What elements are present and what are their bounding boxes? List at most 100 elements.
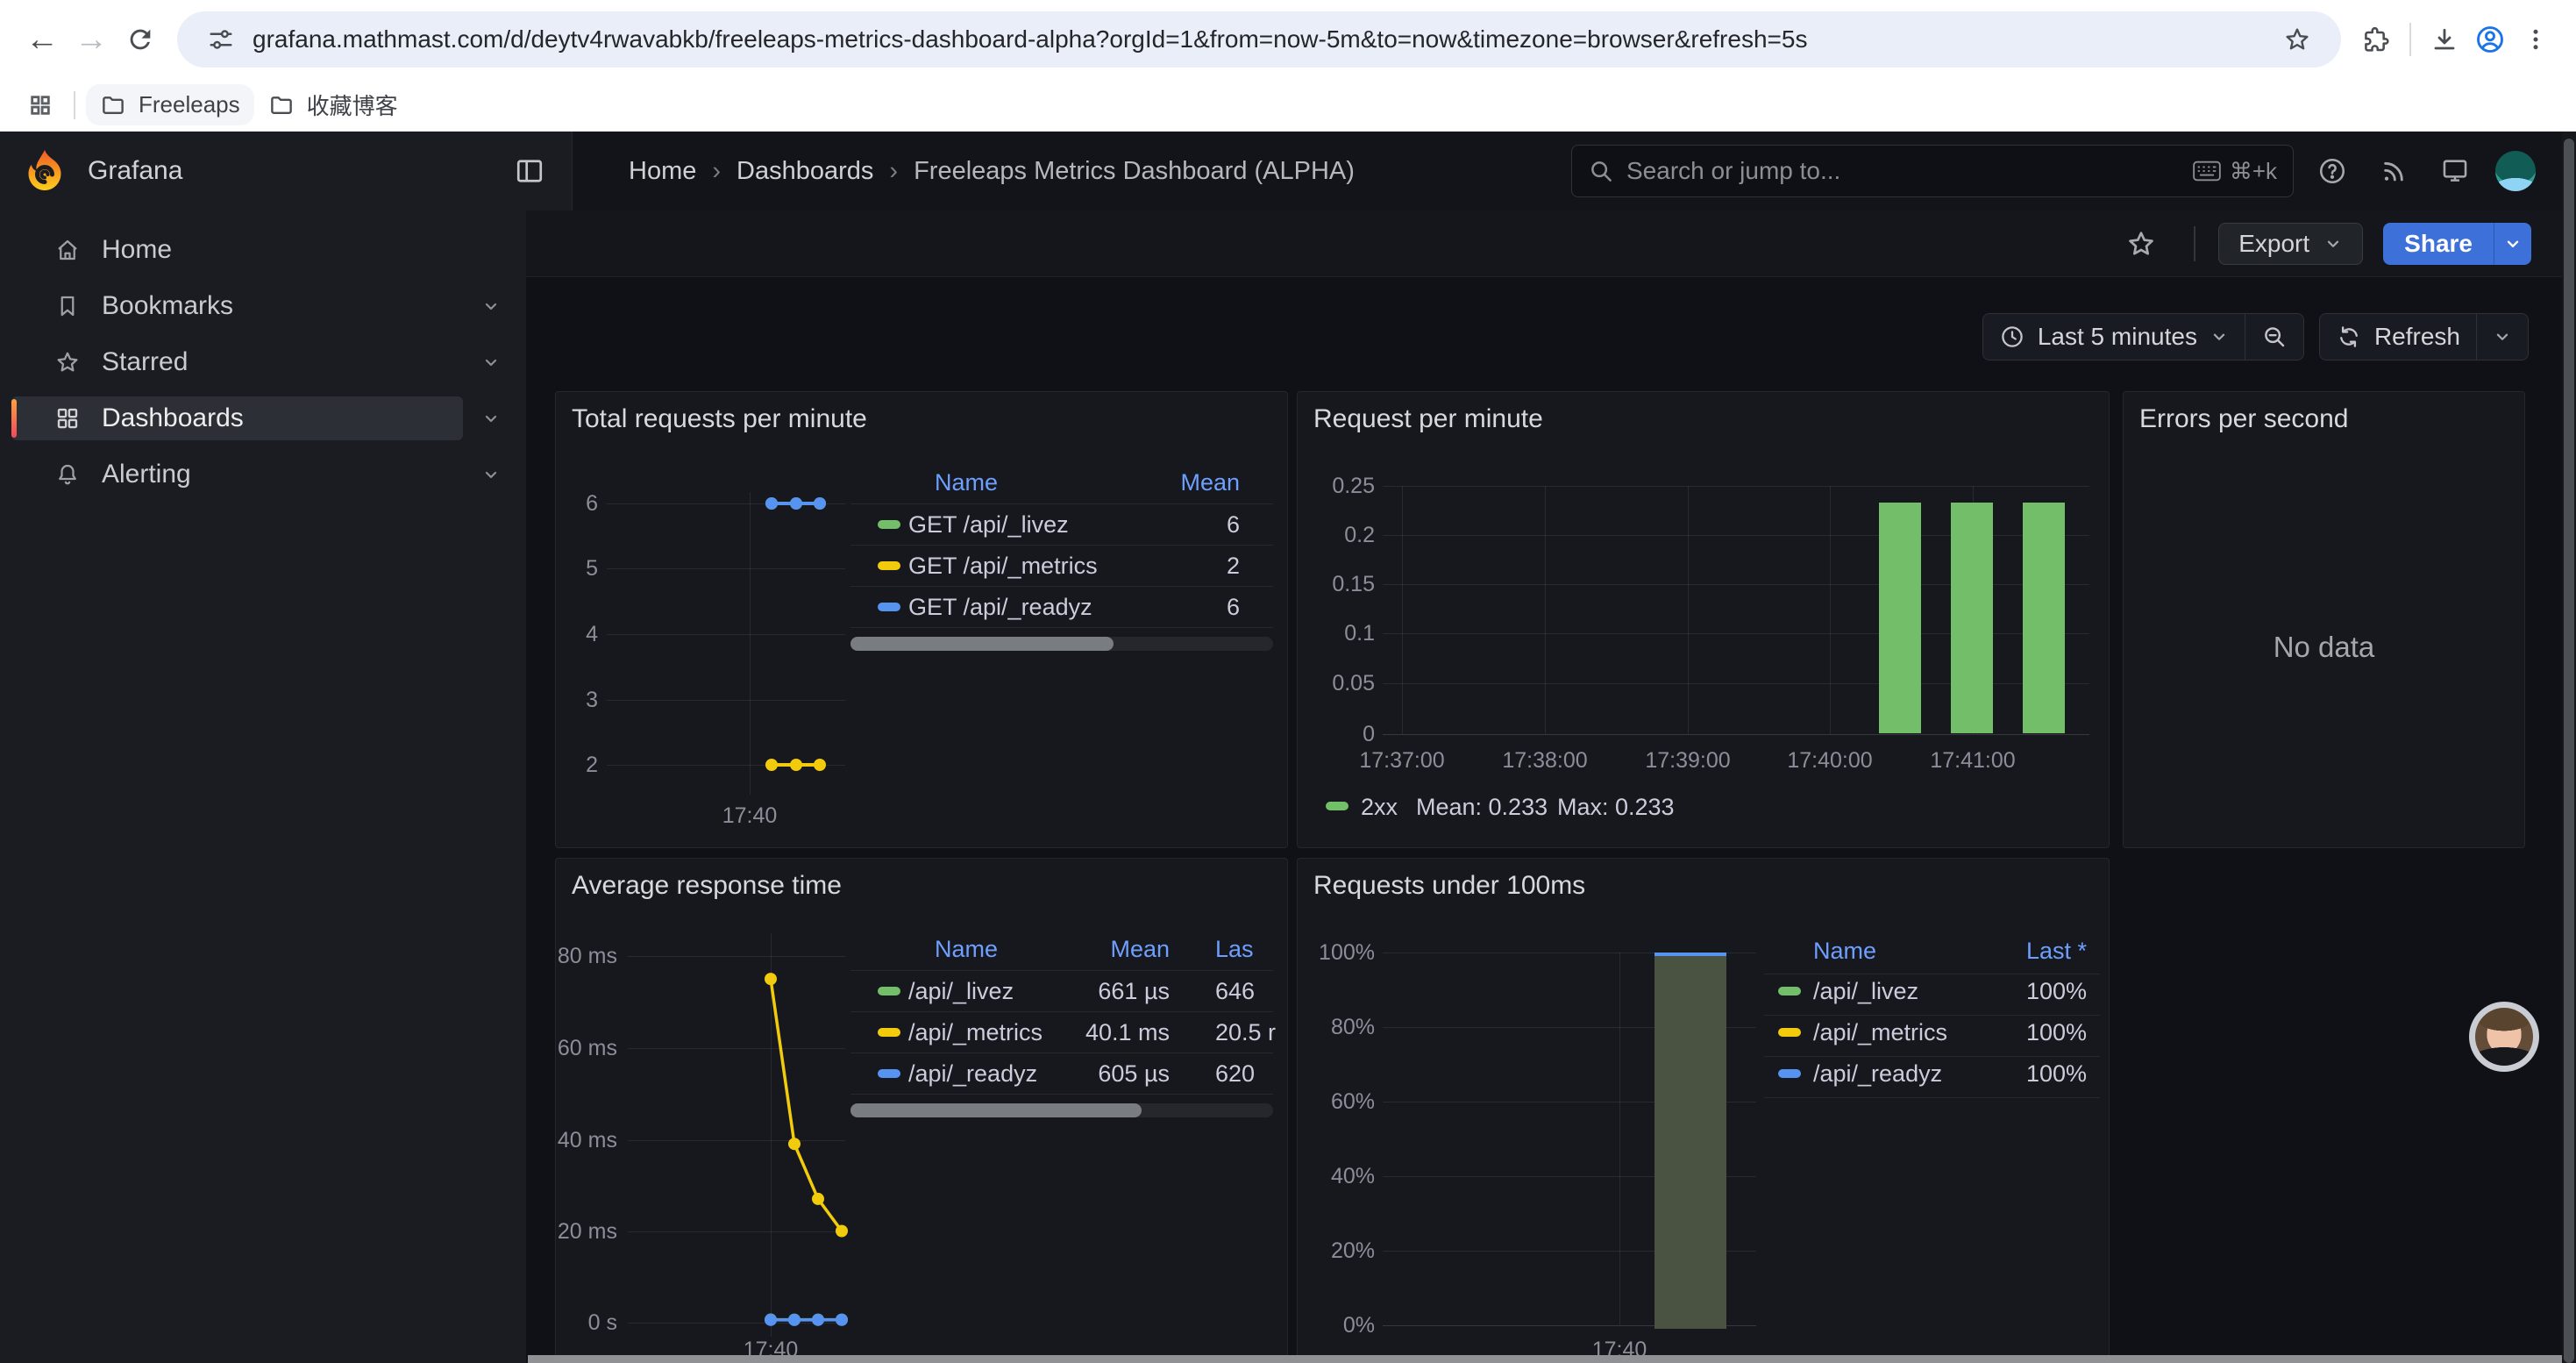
y-tick: 100% [1305, 939, 1375, 966]
legend-swatch[interactable] [1778, 1069, 1801, 1078]
site-settings-icon[interactable] [198, 17, 244, 62]
panel-title[interactable]: Request per minute [1313, 404, 1543, 434]
user-avatar[interactable] [2495, 151, 2536, 191]
page-scrollbar-horizontal[interactable] [528, 1355, 2562, 1363]
url-text[interactable]: grafana.mathmast.com/d/deytv4rwavabkb/fr… [253, 25, 2274, 54]
panel-title[interactable]: Total requests per minute [572, 404, 867, 434]
bar-2xx [1879, 503, 1921, 733]
legend-header-last[interactable]: Las [1215, 934, 1254, 964]
chevron-down-icon [2503, 234, 2523, 253]
zoom-out-button[interactable] [2245, 314, 2303, 360]
legend-series-name[interactable]: /api/_livez [1813, 976, 1918, 1006]
panel-title[interactable]: Average response time [572, 871, 842, 901]
download-icon[interactable] [2422, 17, 2467, 62]
bookmark-star-icon[interactable] [2274, 17, 2320, 62]
scrollbar-thumb[interactable] [850, 637, 1114, 651]
legend-swatch[interactable] [1326, 802, 1348, 810]
legend-series-name[interactable]: /api/_metrics [908, 1017, 1042, 1047]
floating-assistant-avatar[interactable] [2469, 1002, 2539, 1072]
refresh-button[interactable]: Refresh [2320, 314, 2476, 360]
apps-grid-icon[interactable] [18, 82, 63, 128]
y-tick: 0.25 [1305, 473, 1375, 499]
sidebar-item-home[interactable]: Home [11, 228, 509, 272]
export-button[interactable]: Export [2218, 223, 2363, 265]
keyboard-icon [2193, 161, 2221, 182]
search-placeholder: Search or jump to... [1626, 157, 1840, 185]
sidebar-item-dashboards[interactable]: Dashboards [11, 396, 509, 440]
legend-header-name[interactable]: Name [1813, 936, 1876, 966]
legend-swatch[interactable] [878, 561, 900, 570]
legend-series-name[interactable]: /api/_livez [908, 976, 1014, 1006]
legend-series-name[interactable]: 2xx [1361, 792, 1398, 822]
legend-header-name[interactable]: Name [935, 467, 998, 497]
star-icon [54, 349, 81, 375]
sidebar-item-bookmarks[interactable]: Bookmarks [11, 284, 509, 328]
chevron-down-icon[interactable] [473, 352, 509, 373]
legend-series-name[interactable]: GET /api/_readyz [908, 592, 1092, 622]
breadcrumb-dashboards[interactable]: Dashboards [737, 157, 873, 186]
scrollbar-thumb[interactable] [850, 1103, 1142, 1117]
chevron-down-icon[interactable] [473, 296, 509, 317]
legend-swatch[interactable] [878, 1028, 900, 1037]
share-button[interactable]: Share [2383, 223, 2494, 265]
legend-swatch[interactable] [878, 520, 900, 529]
panel-title[interactable]: Requests under 100ms [1313, 871, 1585, 901]
bookmark-folder-freeleaps[interactable]: Freeleaps [86, 84, 254, 125]
share-menu-button[interactable] [2494, 223, 2531, 265]
breadcrumb-home[interactable]: Home [629, 157, 696, 186]
bookmark-folder-blogs[interactable]: 收藏博客 [254, 82, 412, 128]
refresh-interval-button[interactable] [2477, 314, 2528, 360]
legend-scrollbar[interactable] [850, 1103, 1273, 1117]
monitor-icon[interactable] [2432, 148, 2478, 194]
x-tick: 17:39:00 [1618, 747, 1758, 774]
legend-value: 100% [1955, 976, 2087, 1006]
sidebar-item-dashboards-link[interactable]: Dashboards [11, 396, 463, 440]
search-input[interactable]: Search or jump to... ⌘+k [1571, 145, 2294, 197]
help-icon[interactable] [2309, 148, 2355, 194]
reload-button[interactable] [116, 15, 165, 64]
legend-separator [850, 970, 1273, 971]
page-scrollbar-vertical[interactable] [2562, 132, 2576, 1363]
chevron-down-icon[interactable] [473, 464, 509, 485]
legend-header-last[interactable]: Last * [1955, 936, 2087, 966]
legend-series-name[interactable]: /api/_readyz [908, 1059, 1037, 1088]
url-bar[interactable]: grafana.mathmast.com/d/deytv4rwavabkb/fr… [177, 11, 2341, 68]
legend-series-name[interactable]: GET /api/_metrics [908, 551, 1098, 581]
sidebar-item-home-link[interactable]: Home [11, 228, 463, 272]
forward-button[interactable]: → [67, 15, 116, 64]
browser-menu-icon[interactable] [2513, 17, 2558, 62]
legend-swatch[interactable] [1778, 1028, 1801, 1037]
sidebar-item-starred-link[interactable]: Starred [11, 340, 463, 384]
legend-series-name[interactable]: GET /api/_livez [908, 510, 1069, 539]
back-button[interactable]: ← [18, 15, 67, 64]
chevron-down-icon[interactable] [473, 408, 509, 429]
scrollbar-thumb[interactable] [2564, 139, 2574, 1363]
legend-header-name[interactable]: Name [935, 934, 998, 964]
gridline [1383, 486, 2089, 487]
legend-swatch[interactable] [878, 603, 900, 611]
dock-menu-icon[interactable] [510, 152, 549, 190]
clock-icon [1999, 324, 2025, 350]
legend-scrollbar[interactable] [850, 637, 1273, 651]
time-range-picker[interactable]: Last 5 minutes [1983, 314, 2245, 360]
under100-bar [1654, 953, 1726, 1329]
favorite-star-icon[interactable] [2122, 225, 2160, 263]
panel-title[interactable]: Errors per second [2139, 404, 2348, 434]
news-rss-icon[interactable] [2371, 148, 2416, 194]
y-tick: 0 [1305, 721, 1375, 747]
extensions-icon[interactable] [2353, 17, 2399, 62]
legend-header-mean[interactable]: Mean [1108, 467, 1240, 497]
legend-series-name[interactable]: /api/_metrics [1813, 1017, 1947, 1047]
sidebar-item-alerting-link[interactable]: Alerting [11, 453, 463, 496]
sidebar-item-starred[interactable]: Starred [11, 340, 509, 384]
legend-header-mean[interactable]: Mean [1029, 934, 1170, 964]
bookmarks-bar: Freeleaps 收藏博客 [0, 79, 2576, 132]
sidebar-item-alerting[interactable]: Alerting [11, 453, 509, 496]
legend-swatch[interactable] [878, 987, 900, 995]
y-tick: 0 s [556, 1309, 617, 1336]
legend-swatch[interactable] [878, 1069, 900, 1078]
sidebar-item-bookmarks-link[interactable]: Bookmarks [11, 284, 463, 328]
legend-series-name[interactable]: /api/_readyz [1813, 1059, 1942, 1088]
legend-swatch[interactable] [1778, 987, 1801, 995]
profile-icon[interactable] [2467, 17, 2513, 62]
